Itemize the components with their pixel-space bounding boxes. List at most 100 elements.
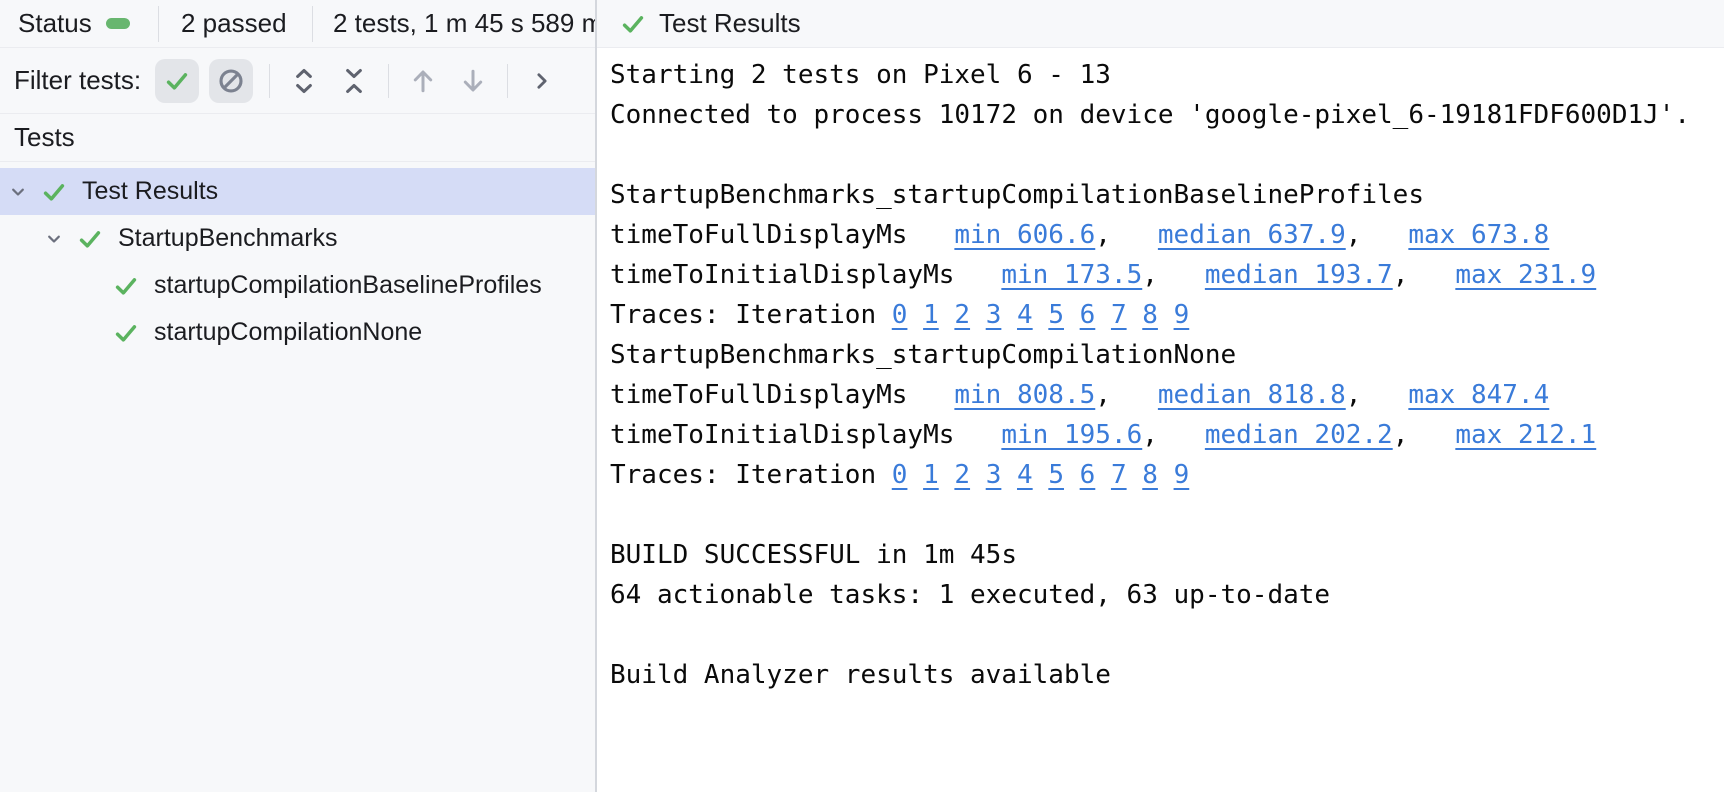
console-text (1001, 300, 1017, 330)
passed-check-icon (112, 319, 140, 347)
console-link[interactable]: min 606.6 (954, 220, 1095, 250)
console-text (907, 300, 923, 330)
console-line: Build Analyzer results available (610, 655, 1724, 695)
passed-check-icon (619, 10, 647, 38)
console-text: timeToFullDisplayMs (610, 380, 954, 410)
console-link[interactable]: median 193.7 (1205, 260, 1393, 290)
console-link[interactable]: 7 (1111, 460, 1127, 490)
tree-chevron-icon[interactable] (7, 181, 29, 203)
tree-item[interactable]: StartupBenchmarks (0, 215, 595, 262)
console-link[interactable]: 0 (892, 460, 908, 490)
console-link[interactable]: 3 (986, 460, 1002, 490)
console-link[interactable]: 9 (1174, 300, 1190, 330)
passed-check-icon (40, 178, 68, 206)
test-summary-label: 2 tests, 1 m 45 s 589 ms (333, 8, 595, 39)
console-text: , (1393, 420, 1456, 450)
passed-count-segment: 2 passed (159, 0, 312, 47)
console-text: Traces: Iteration (610, 300, 892, 330)
indent (72, 268, 108, 304)
summary-segment: 2 tests, 1 m 45 s 589 ms (313, 0, 595, 47)
console-line: timeToFullDisplayMs min 606.6, median 63… (610, 215, 1724, 255)
console-link[interactable]: 9 (1174, 460, 1190, 490)
console-link[interactable]: 5 (1048, 460, 1064, 490)
tree-item[interactable]: startupCompilationBaselineProfiles (0, 262, 595, 309)
console-link[interactable]: 1 (923, 460, 939, 490)
console-text (1033, 300, 1049, 330)
console-line: Connected to process 10172 on device 'go… (610, 95, 1724, 135)
console-line: Traces: Iteration 0 1 2 3 4 5 6 7 8 9 (610, 455, 1724, 495)
tests-column-header: Tests (0, 114, 595, 162)
filter-tests-label: Filter tests: (14, 65, 141, 96)
console-text: , (1346, 380, 1409, 410)
console-link[interactable]: min 173.5 (1001, 260, 1142, 290)
console-text: timeToFullDisplayMs (610, 220, 954, 250)
console-link[interactable]: 4 (1017, 300, 1033, 330)
console-text: , (1346, 220, 1409, 250)
console-link[interactable]: 4 (1017, 460, 1033, 490)
test-tree: Test Results StartupBenchmarks startupComp… (0, 162, 595, 792)
console-link[interactable]: median 637.9 (1158, 220, 1346, 250)
console-link[interactable]: max 673.8 (1408, 220, 1549, 250)
passed-check-icon (163, 67, 191, 95)
filter-toolbar: Filter tests: (0, 48, 595, 114)
console-link[interactable]: min 808.5 (954, 380, 1095, 410)
console-link[interactable]: 3 (986, 300, 1002, 330)
divider (388, 64, 389, 98)
console-line: StartupBenchmarks_startupCompilationBase… (610, 175, 1724, 215)
console-link[interactable]: 7 (1111, 300, 1127, 330)
tree-item-label: StartupBenchmarks (118, 224, 338, 253)
console-link[interactable]: median 818.8 (1158, 380, 1346, 410)
tests-header-label: Tests (14, 122, 75, 153)
status-segment: Status (0, 0, 158, 47)
passed-check-icon (76, 225, 104, 253)
test-tree-panel: Status 2 passed 2 tests, 1 m 45 s 589 ms… (0, 0, 597, 792)
console-text (1158, 300, 1174, 330)
tree-item[interactable]: startupCompilationNone (0, 309, 595, 356)
tree-chevron-icon[interactable] (43, 228, 65, 250)
console-link[interactable]: 1 (923, 300, 939, 330)
console-text (1033, 460, 1049, 490)
console-text: , (1142, 260, 1205, 290)
console-line: timeToInitialDisplayMs min 195.6, median… (610, 415, 1724, 455)
console-text: , (1142, 420, 1205, 450)
console-link[interactable]: max 847.4 (1408, 380, 1549, 410)
console-line (610, 135, 1724, 175)
previous-occurrence-button[interactable] (401, 59, 445, 103)
collapse-all-button[interactable] (332, 59, 376, 103)
console-link[interactable]: 8 (1142, 460, 1158, 490)
tree-item-label: startupCompilationBaselineProfiles (154, 271, 542, 300)
console-link[interactable]: median 202.2 (1205, 420, 1393, 450)
console-line (610, 495, 1724, 535)
divider (269, 64, 270, 98)
console-text (970, 300, 986, 330)
console-link[interactable]: max 231.9 (1455, 260, 1596, 290)
console-link[interactable]: 0 (892, 300, 908, 330)
console-text (1127, 300, 1143, 330)
console-link[interactable]: 6 (1080, 460, 1096, 490)
console-text: StartupBenchmarks_startupCompilationNone (610, 340, 1236, 370)
show-ignored-button[interactable] (209, 59, 253, 103)
console-link[interactable]: max 212.1 (1455, 420, 1596, 450)
scroll-toolbar-right-button[interactable] (520, 59, 564, 103)
passed-check-icon (112, 272, 140, 300)
console-link[interactable]: 2 (954, 460, 970, 490)
next-occurrence-button[interactable] (451, 59, 495, 103)
tree-item[interactable]: Test Results (0, 168, 595, 215)
console-text (1127, 460, 1143, 490)
console-text (1001, 460, 1017, 490)
tree-item-label: startupCompilationNone (154, 318, 422, 347)
console-link[interactable]: min 195.6 (1001, 420, 1142, 450)
divider (507, 64, 508, 98)
console-link[interactable]: 6 (1080, 300, 1096, 330)
console-text: Starting 2 tests on Pixel 6 - 13 (610, 60, 1111, 90)
console-line: 64 actionable tasks: 1 executed, 63 up-t… (610, 575, 1724, 615)
console-link[interactable]: 5 (1048, 300, 1064, 330)
console-line: BUILD SUCCESSFUL in 1m 45s (610, 535, 1724, 575)
console-line: timeToInitialDisplayMs min 173.5, median… (610, 255, 1724, 295)
expand-all-button[interactable] (282, 59, 326, 103)
console-link[interactable]: 2 (954, 300, 970, 330)
console-header: Test Results (597, 0, 1724, 48)
console-text (939, 300, 955, 330)
console-link[interactable]: 8 (1142, 300, 1158, 330)
show-passed-button[interactable] (155, 59, 199, 103)
